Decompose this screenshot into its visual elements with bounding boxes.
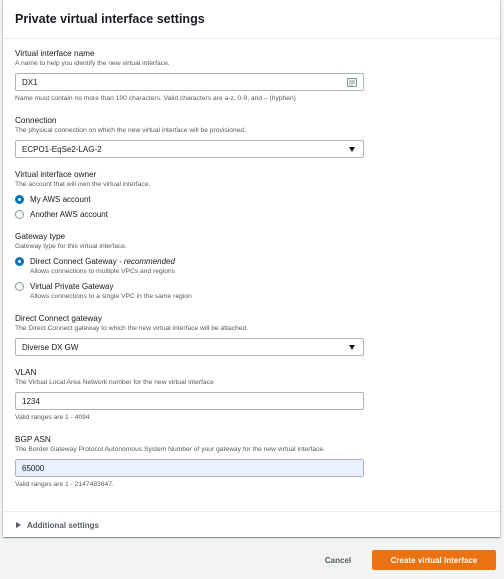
input-value: 1234 [22, 396, 40, 406]
bgp-asn-input[interactable]: 65000 [15, 459, 364, 477]
radio-direct-connect-gateway[interactable]: Direct Connect Gateway - recommended All… [15, 256, 488, 277]
field-label: Virtual interface owner [15, 170, 97, 179]
create-virtual-interface-button[interactable]: Create virtual interface [372, 550, 496, 570]
direct-connect-gateway-field: Direct Connect gateway The Direct Connec… [15, 313, 488, 356]
field-label: BGP ASN [15, 435, 51, 444]
gateway-type-field: Gateway type Gateway type for this virtu… [15, 231, 488, 302]
radio-label: Direct Connect Gateway - recommended [30, 256, 175, 267]
radio-content: Direct Connect Gateway - recommended All… [30, 256, 175, 277]
radio-button[interactable] [15, 195, 24, 204]
vlan-field: VLAN The Virtual Local Area Network numb… [15, 367, 488, 423]
select-value: Diverse DX GW [22, 342, 79, 352]
field-description: A name to help you identify the new virt… [15, 60, 170, 67]
caret-right-icon [16, 522, 21, 528]
field-description: The account that will own the virtual in… [15, 181, 151, 188]
settings-panel: Private virtual interface settings Virtu… [3, 0, 500, 537]
radio-label: Virtual Private Gateway [30, 282, 114, 291]
form-fields: Virtual interface name A name to help yo… [3, 39, 500, 490]
bgp-asn-field: BGP ASN The Border Gateway Protocol Auto… [15, 434, 488, 490]
panel-title: Private virtual interface settings [3, 0, 500, 39]
input-value: DX1 [22, 77, 38, 87]
connection-field: Connection The physical connection on wh… [15, 115, 488, 158]
direct-connect-gateway-select[interactable]: Diverse DX GW [15, 338, 364, 356]
field-description: Gateway type for this virtual interface. [15, 243, 127, 250]
radio-label: Another AWS account [30, 210, 108, 219]
field-label: Direct Connect gateway [15, 314, 102, 323]
connection-select[interactable]: ECPO1-EqSe2-LAG-2 [15, 140, 364, 158]
radio-my-aws-account[interactable]: My AWS account [15, 194, 488, 205]
field-constraint: Valid ranges are 1 - 4094 [15, 414, 90, 421]
radio-label: My AWS account [30, 195, 91, 204]
radio-button[interactable] [15, 282, 24, 291]
select-value: ECPO1-EqSe2-LAG-2 [22, 144, 102, 154]
input-value: 65000 [22, 463, 45, 473]
caret-down-icon [349, 345, 355, 350]
field-label: Virtual interface name [15, 49, 95, 58]
field-constraint: Name must contain no more than 100 chara… [15, 95, 296, 102]
additional-settings-label: Additional settings [27, 520, 99, 530]
radio-button[interactable] [15, 257, 24, 266]
additional-settings-toggle[interactable]: Additional settings [3, 511, 500, 538]
field-description: The Virtual Local Area Network number fo… [15, 379, 214, 386]
radio-description: Allows connections to a single VPC in th… [30, 293, 192, 300]
virtual-interface-name-field: Virtual interface name A name to help yo… [15, 48, 488, 104]
field-description: The Border Gateway Protocol Autonomous S… [15, 446, 326, 453]
field-label: VLAN [15, 368, 37, 377]
owner-field: Virtual interface owner The account that… [15, 169, 488, 220]
recommended-tag: - recommended [118, 257, 175, 266]
field-label: Gateway type [15, 232, 66, 241]
radio-description: Allows connections to multiple VPCs and … [30, 268, 175, 275]
vlan-input[interactable]: 1234 [15, 392, 364, 410]
radio-button[interactable] [15, 210, 24, 219]
caret-down-icon [349, 147, 355, 152]
list-icon [347, 78, 357, 87]
option-name: Direct Connect Gateway [30, 257, 117, 266]
field-label: Connection [15, 116, 57, 125]
virtual-interface-name-input[interactable]: DX1 [15, 73, 364, 91]
field-description: The Direct Connect gateway to which the … [15, 325, 249, 332]
radio-another-aws-account[interactable]: Another AWS account [15, 209, 488, 220]
field-description: The physical connection on which the new… [15, 127, 246, 134]
field-constraint: Valid ranges are 1 - 2147483647. [15, 481, 114, 488]
radio-virtual-private-gateway[interactable]: Virtual Private Gateway Allows connectio… [15, 281, 488, 302]
radio-content: Virtual Private Gateway Allows connectio… [30, 281, 192, 302]
cancel-button[interactable]: Cancel [318, 551, 358, 569]
